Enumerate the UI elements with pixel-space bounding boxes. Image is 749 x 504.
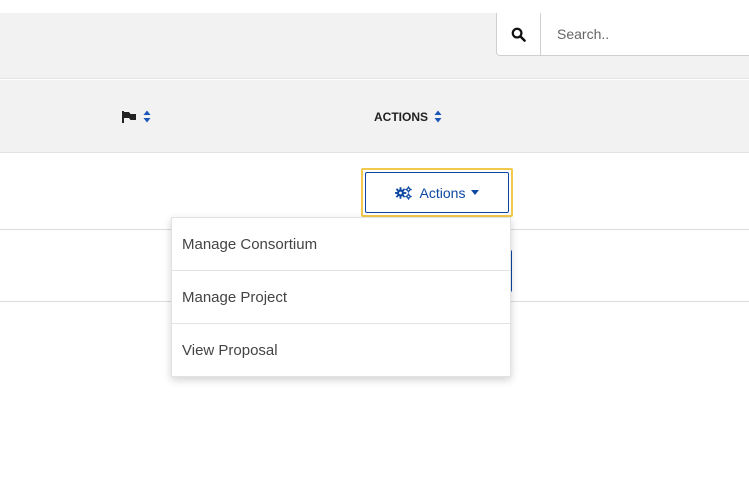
search-icon: [511, 27, 526, 42]
page: ACTIONS: [0, 0, 749, 504]
column-header-actions-label: ACTIONS: [374, 109, 428, 124]
actions-button[interactable]: Actions: [361, 168, 513, 217]
search-button[interactable]: [497, 13, 541, 55]
search-input[interactable]: [541, 13, 741, 55]
table-header: ACTIONS: [0, 80, 749, 153]
gears-icon: [394, 185, 412, 200]
actions-button-body: Actions: [365, 172, 509, 213]
menu-item-view-proposal[interactable]: View Proposal: [172, 324, 510, 377]
flag-icon: [122, 110, 136, 123]
column-header-flag[interactable]: [122, 80, 151, 153]
column-header-actions[interactable]: ACTIONS: [374, 80, 442, 153]
actions-button-label: Actions: [419, 184, 466, 201]
sort-icon: [434, 110, 442, 123]
menu-item-manage-consortium[interactable]: Manage Consortium: [172, 218, 510, 271]
menu-item-manage-project[interactable]: Manage Project: [172, 271, 510, 324]
sort-icon: [143, 110, 151, 123]
caret-down-icon: [471, 190, 480, 195]
toolbar: [0, 13, 749, 79]
actions-dropdown-menu: Manage Consortium Manage Project View Pr…: [171, 217, 511, 377]
search-group: [496, 13, 749, 56]
